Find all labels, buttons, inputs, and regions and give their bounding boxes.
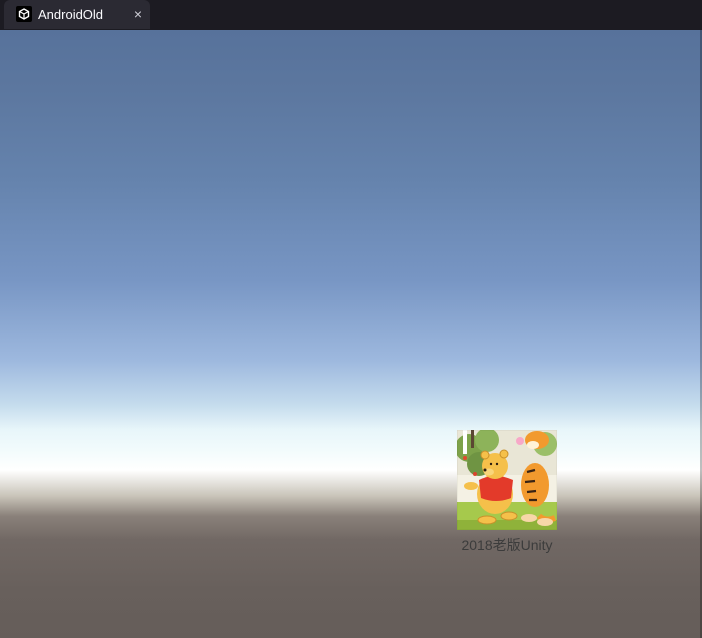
- game-viewport[interactable]: 2018老版Unity: [0, 30, 702, 638]
- close-icon[interactable]: ×: [130, 5, 146, 23]
- unity-logo-icon: [16, 6, 32, 22]
- tab-title: AndroidOld: [38, 7, 104, 22]
- tab-androidold[interactable]: AndroidOld ×: [4, 0, 150, 29]
- app-shortcut[interactable]: 2018老版Unity: [448, 430, 566, 560]
- winnie-the-pooh-icon[interactable]: [457, 430, 557, 530]
- app-window: AndroidOld × 2018老版Unity: [0, 0, 702, 638]
- app-label: 2018老版Unity: [461, 537, 553, 553]
- tab-bar: AndroidOld ×: [0, 0, 702, 30]
